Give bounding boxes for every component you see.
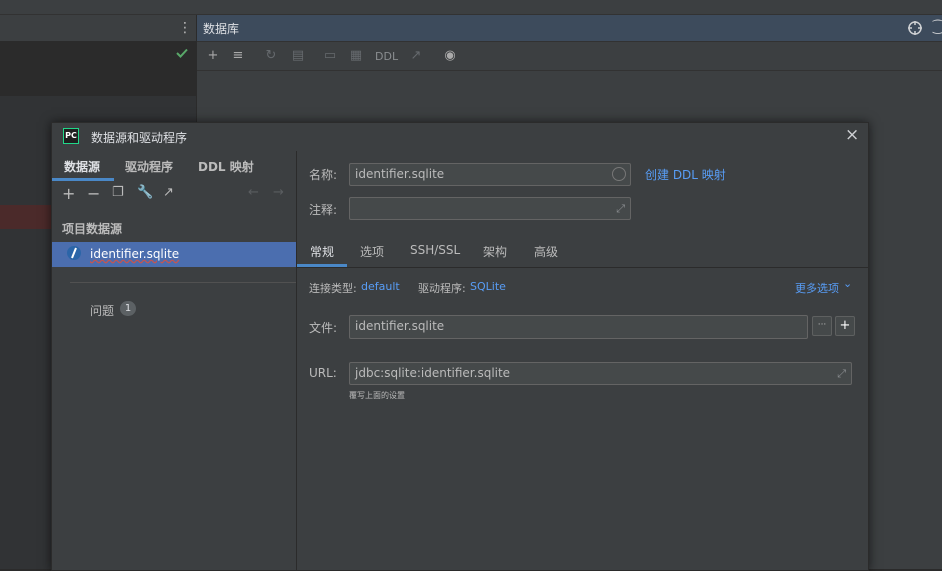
url-label: URL:	[309, 366, 337, 380]
name-field[interactable]: identifier.sqlite	[349, 163, 631, 186]
dialog-titlebar: PC 数据源和驱动程序 ×	[52, 123, 868, 150]
datasource-name: identifier.sqlite	[90, 247, 180, 261]
name-label: 名称:	[309, 168, 338, 182]
chevron-down-icon[interactable]: ⌄	[843, 277, 852, 290]
conn-type-label: 连接类型:	[309, 282, 357, 295]
tabs-divider	[297, 267, 868, 268]
sql-console-icon[interactable]: ▭	[320, 46, 340, 66]
export-icon[interactable]: ↗	[163, 185, 174, 200]
left-panel-header	[0, 15, 196, 41]
back-arrow-icon[interactable]: ←	[248, 185, 259, 200]
driver-value[interactable]: SQLite	[470, 280, 506, 293]
url-hint: 覆写上面的设置	[349, 391, 405, 400]
name-value: identifier.sqlite	[355, 167, 445, 181]
tab-options[interactable]: 选项	[360, 243, 384, 260]
problems-label[interactable]: 问题	[90, 302, 114, 319]
tab-schemas[interactable]: 架构	[483, 243, 507, 260]
tab-ddl-mappings[interactable]: DDL 映射	[198, 158, 254, 175]
pycharm-logo-icon: PC	[63, 128, 79, 144]
driver-label: 驱动程序:	[418, 282, 466, 295]
add-icon[interactable]: +	[62, 184, 75, 203]
tab-drivers[interactable]: 驱动程序	[125, 158, 173, 175]
create-ddl-mapping-link[interactable]: 创建 DDL 映射	[645, 166, 726, 183]
collapse-icon[interactable]: ⁐	[933, 20, 942, 34]
tab-active-indicator	[52, 178, 114, 181]
datasource-list-panel: 数据源 驱动程序 DDL 映射 + − ❐ 🔧 ↗ ← → 项目数据源 iden…	[52, 151, 297, 570]
tab-general[interactable]: 常规	[310, 243, 334, 260]
tab-datasources[interactable]: 数据源	[64, 158, 100, 175]
expand-icon[interactable]: ⤢	[616, 199, 625, 219]
conn-type-value[interactable]: default	[361, 280, 400, 293]
crosshair-icon[interactable]	[907, 20, 923, 39]
add-file-button[interactable]: +	[835, 316, 855, 336]
left-panel-area	[0, 41, 196, 96]
more-vertical-icon[interactable]: ⋮	[178, 20, 192, 36]
file-field[interactable]: identifier.sqlite	[349, 315, 808, 339]
forward-arrow-icon[interactable]: →	[273, 185, 284, 200]
stop-icon[interactable]: ▤	[288, 46, 308, 66]
left-panel-row	[0, 96, 196, 120]
expand-icon[interactable]: ⤢	[837, 364, 846, 384]
more-options-link[interactable]: 更多选项	[795, 280, 839, 296]
jump-icon[interactable]: ↗	[406, 46, 426, 66]
sqlite-icon	[67, 246, 81, 260]
error-line-highlight	[0, 205, 52, 229]
remove-icon[interactable]: −	[87, 184, 100, 203]
wrench-icon[interactable]: 🔧	[137, 185, 153, 200]
comment-label: 注释:	[309, 203, 338, 217]
database-toolbar	[197, 42, 942, 71]
problems-count-badge: 1	[120, 301, 136, 316]
divider	[70, 282, 296, 283]
url-value: jdbc:sqlite:identifier.sqlite	[355, 366, 511, 380]
copy-icon[interactable]: ❐	[112, 185, 124, 200]
tab-advanced[interactable]: 高级	[534, 243, 558, 260]
datasource-row[interactable]: identifier.sqlite	[52, 242, 296, 267]
refresh-icon[interactable]: ↻	[261, 46, 281, 66]
datasource-settings-panel: 名称: identifier.sqlite 创建 DDL 映射 注释: ⤢ 常规…	[297, 151, 868, 570]
database-panel-header: 数据库 ⁐	[197, 15, 942, 42]
dialog-title: 数据源和驱动程序	[91, 131, 188, 145]
datasource-properties-icon[interactable]: ≡	[228, 46, 248, 66]
browse-button[interactable]: ···	[812, 316, 832, 336]
url-field[interactable]: jdbc:sqlite:identifier.sqlite ⤢	[349, 362, 852, 385]
top-bar	[0, 0, 942, 15]
color-picker-icon[interactable]	[612, 167, 626, 181]
database-panel-title: 数据库	[203, 22, 240, 36]
close-icon[interactable]: ×	[845, 126, 859, 144]
add-icon[interactable]: +	[203, 46, 223, 66]
file-value: identifier.sqlite	[355, 319, 445, 333]
tab-ssh-ssl[interactable]: SSH/SSL	[410, 243, 460, 257]
table-icon[interactable]: ▦	[346, 46, 366, 66]
file-label: 文件:	[309, 321, 338, 335]
comment-field[interactable]: ⤢	[349, 197, 631, 220]
check-icon	[176, 47, 188, 62]
ddl-button[interactable]: DDL	[375, 50, 398, 63]
section-title: 项目数据源	[62, 222, 123, 236]
datasource-dialog: PC 数据源和驱动程序 × 数据源 驱动程序 DDL 映射 + − ❐ 🔧 ↗ …	[51, 122, 869, 571]
eye-icon[interactable]: ◉	[440, 46, 460, 66]
